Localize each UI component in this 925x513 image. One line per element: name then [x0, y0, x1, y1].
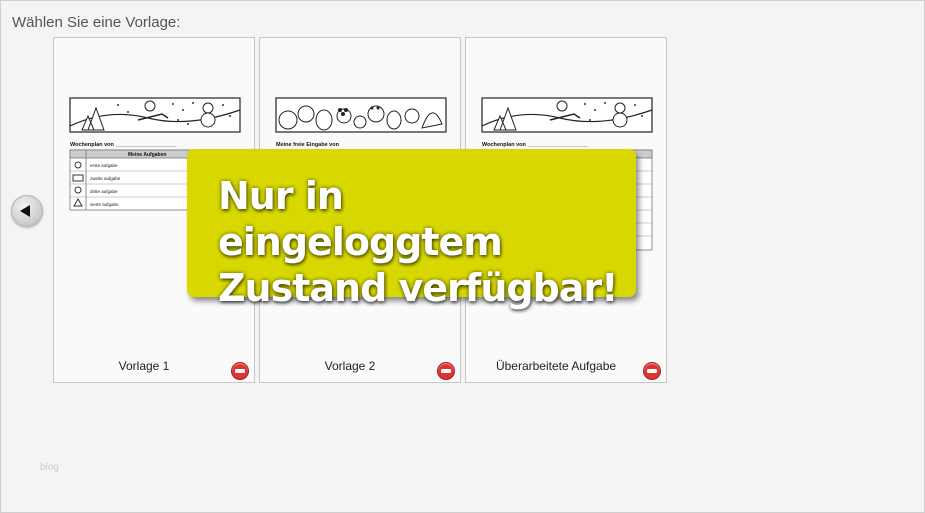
- thumb-table-header: Meine Aufgaben: [128, 152, 166, 158]
- login-required-line-2: Zustand verfügbar!: [218, 266, 619, 310]
- svg-text:dritte aufgabe: dritte aufgabe: [90, 189, 118, 194]
- template-label: Vorlage 1: [118, 359, 170, 373]
- remove-icon[interactable]: [231, 362, 249, 380]
- thumb-title: Wochenplan von ____________________: [482, 142, 590, 148]
- template-label: Überarbeitete Aufgabe: [495, 359, 617, 373]
- thumb-title: Meine freie Eingabe von: [276, 142, 340, 148]
- login-required-line-1: Nur in eingeloggtem: [218, 174, 503, 264]
- login-required-banner: Nur in eingeloggtem Zustand verfügbar!: [187, 149, 636, 310]
- remove-icon[interactable]: [437, 362, 455, 380]
- template-chooser-panel: Wählen Sie eine Vorlage: Wochenplan von …: [0, 0, 925, 513]
- svg-text:erste aufgabe: erste aufgabe: [90, 163, 118, 168]
- page-title: Wählen Sie eine Vorlage:: [12, 14, 181, 31]
- template-label: Vorlage 2: [324, 359, 376, 373]
- svg-text:zweite aufgabe: zweite aufgabe: [90, 176, 121, 181]
- thumb-title: Wochenplan von ____________________: [70, 142, 178, 148]
- login-required-message: Nur in eingeloggtem Zustand verfügbar!: [218, 173, 636, 311]
- previous-arrow-icon[interactable]: [11, 195, 43, 227]
- blog-link[interactable]: blog: [40, 462, 59, 473]
- remove-icon[interactable]: [643, 362, 661, 380]
- svg-text:vierte aufgabe: vierte aufgabe: [90, 202, 119, 207]
